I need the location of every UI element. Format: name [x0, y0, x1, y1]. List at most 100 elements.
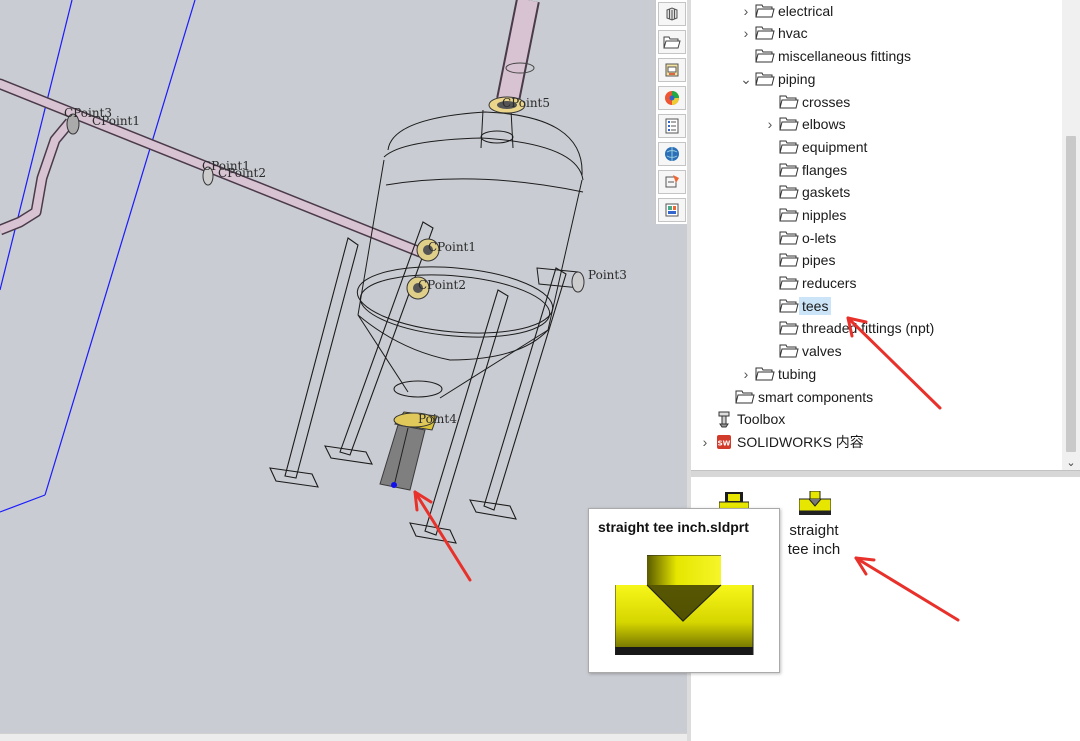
tree-item-label: valves [802, 343, 842, 359]
straight-tee-part-icon [799, 491, 831, 515]
tab-solidworks-resources[interactable] [658, 170, 686, 194]
file-explorer-icon [665, 63, 679, 77]
file-item-caption: straight tee inch [787, 522, 841, 558]
cpoint-label: CPoint1 [428, 240, 477, 254]
tree-item-threaded-fittings[interactable]: threaded fittings (npt) [763, 317, 934, 339]
chevron-right-icon[interactable]: › [763, 113, 777, 135]
solidworks-resources-icon [665, 175, 679, 188]
tab-view-palette[interactable] [658, 198, 686, 222]
tree-item-flanges[interactable]: flanges [763, 159, 847, 181]
folder-icon [755, 45, 775, 67]
tree-item-label: elbows [802, 116, 846, 132]
folder-icon [779, 249, 799, 271]
tree-item-piping[interactable]: ⌄ piping [739, 68, 815, 90]
solidworks-content-icon: SW [714, 431, 734, 453]
tree-item-solidworks-content[interactable]: › SW SOLIDWORKS 内容 [698, 431, 864, 453]
tank-legs [269, 221, 567, 544]
tree-item-label: tees [799, 297, 832, 315]
tree-item-hvac[interactable]: › hvac [739, 22, 808, 44]
tab-3d-content-central[interactable] [658, 142, 686, 166]
cpoint-label: Point4 [418, 412, 457, 426]
cpoint-label: CPoint2 [418, 278, 467, 292]
design-library-icon [663, 36, 681, 49]
tree-item-label: smart components [758, 389, 874, 405]
cpoint-label: CPoint1 [92, 114, 141, 128]
tree-item-label: hvac [778, 25, 808, 41]
view-palette-icon [665, 203, 679, 217]
tree-item-electrical[interactable]: › electrical [739, 0, 834, 22]
file-preview-tooltip: straight tee inch.sldprt [588, 508, 780, 673]
tab-file-explorer[interactable] [658, 58, 686, 82]
custom-properties-icon [665, 118, 679, 134]
tree-item-label: flanges [802, 162, 848, 178]
scroll-down-icon[interactable]: ⌄ [1065, 456, 1077, 470]
tree-item-label: nipples [802, 207, 847, 223]
bent-pipe [0, 118, 75, 236]
tree-item-pipes[interactable]: pipes [763, 249, 835, 271]
chevron-right-icon[interactable]: › [739, 363, 753, 385]
tree-item-label: crosses [802, 94, 851, 110]
flanges [66, 96, 585, 300]
folder-icon [779, 340, 799, 362]
tab-custom-properties[interactable] [658, 114, 686, 138]
folder-icon [779, 227, 799, 249]
tree-item-label: miscellaneous fittings [778, 48, 912, 64]
chevron-right-icon[interactable]: › [698, 431, 712, 453]
cpoint-label: Point3 [588, 268, 627, 282]
folder-icon [779, 136, 799, 158]
svg-text:SW: SW [718, 440, 731, 448]
tree-item-label: pipes [802, 252, 836, 268]
tree-item-elbows[interactable]: › elbows [763, 113, 846, 135]
tree-item-nipples[interactable]: nipples [763, 204, 846, 226]
chevron-right-icon[interactable]: › [739, 0, 753, 22]
tree-item-label: gaskets [802, 184, 851, 200]
tab-design-library[interactable] [658, 30, 686, 54]
tree-item-label: tubing [778, 366, 817, 382]
tree-item-crosses[interactable]: crosses [763, 91, 850, 113]
tree-item-tubing[interactable]: › tubing [739, 363, 817, 385]
cpoint-label: CPoint2 [218, 166, 267, 180]
tree-item-label: reducers [802, 275, 857, 291]
folder-icon [779, 317, 799, 339]
cpoint-label: CPoint5 [502, 96, 551, 110]
tree-item-toolbox[interactable]: Toolbox [698, 408, 785, 430]
chevron-down-icon[interactable]: ⌄ [739, 68, 753, 90]
appearances-icon [665, 91, 679, 105]
inlet-pipe [496, 0, 540, 103]
folder-icon [755, 22, 775, 44]
tree-item-gaskets[interactable]: gaskets [763, 181, 850, 203]
toolbox-icon [714, 408, 734, 430]
straight-tee-preview-image [615, 555, 754, 655]
folder-icon [779, 91, 799, 113]
folder-icon [779, 181, 799, 203]
tree-item-valves[interactable]: valves [763, 340, 842, 362]
folder-icon [779, 159, 799, 181]
tree-item-reducers[interactable]: reducers [763, 272, 856, 294]
tab-parts[interactable] [658, 2, 686, 26]
tree-item-label: threaded fittings (npt) [802, 320, 935, 336]
tree-item-label: piping [778, 71, 816, 87]
graphics-viewport[interactable]: CPoint3 CPoint1 CPoint1 CPoint2 CPoint5 … [0, 0, 687, 741]
folder-icon [755, 68, 775, 90]
folder-icon [779, 113, 799, 135]
tab-appearances[interactable] [658, 86, 686, 110]
tree-item-label: electrical [778, 3, 834, 19]
tree-item-o-lets[interactable]: o-lets [763, 227, 836, 249]
scrollbar-thumb[interactable] [1066, 136, 1076, 452]
folder-icon [779, 272, 799, 294]
tree-item-miscellaneous-fittings[interactable]: miscellaneous fittings [739, 45, 911, 67]
tree-item-smart-components[interactable]: smart components [719, 386, 873, 408]
tree-item-label: Toolbox [737, 411, 786, 427]
chevron-right-icon[interactable]: › [739, 22, 753, 44]
tree-item-label: equipment [802, 139, 868, 155]
task-pane-tabs [655, 0, 688, 224]
tree-item-tees[interactable]: tees [763, 295, 832, 317]
tank-body [356, 109, 584, 399]
tooltip-title: straight tee inch.sldprt [598, 519, 749, 535]
tree-vertical-scrollbar[interactable]: ⌄ [1062, 0, 1080, 470]
tree-item-equipment[interactable]: equipment [763, 136, 867, 158]
3d-content-central-icon [665, 147, 679, 161]
folder-icon [735, 386, 755, 408]
folder-icon [779, 204, 799, 226]
sketch-lines [0, 0, 196, 513]
